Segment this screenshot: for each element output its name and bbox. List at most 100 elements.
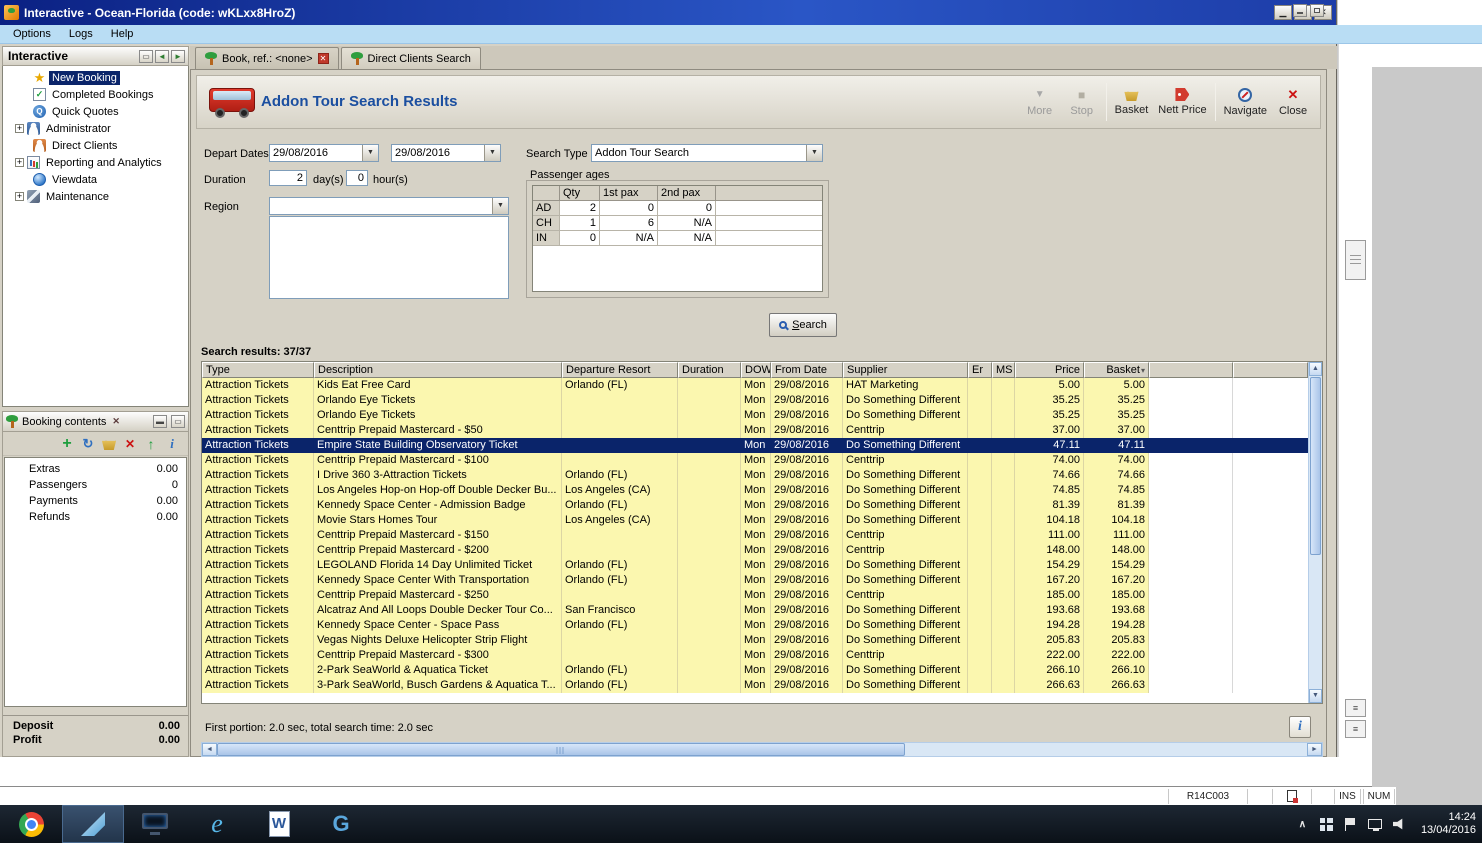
table-row[interactable]: Attraction TicketsKids Eat Free CardOrla… <box>202 378 1308 393</box>
table-row[interactable]: Attraction TicketsCenttrip Prepaid Maste… <box>202 588 1308 603</box>
collapse-panel-icon[interactable]: ▭ <box>139 50 153 63</box>
taskbar-connect-app[interactable] <box>62 805 124 843</box>
sidebar-item-quick-quotes[interactable]: Quick Quotes <box>3 103 188 120</box>
booking-contents-row[interactable]: Extras0.00 <box>5 462 186 478</box>
table-row[interactable]: Attraction TicketsLEGOLAND Florida 14 Da… <box>202 558 1308 573</box>
column-header-description[interactable]: Description <box>314 362 562 378</box>
table-row[interactable]: Attraction TicketsCenttrip Prepaid Maste… <box>202 648 1308 663</box>
sidebar-item-maintenance[interactable]: +Maintenance <box>3 188 188 205</box>
column-header-duration[interactable]: Duration <box>678 362 741 378</box>
outer-scroll-button[interactable]: ≡ <box>1345 699 1366 717</box>
column-header-from-date[interactable]: From Date <box>771 362 843 378</box>
taskbar-word[interactable] <box>248 805 310 843</box>
table-row[interactable]: Attraction TicketsEmpire State Building … <box>202 438 1308 453</box>
scroll-right-icon[interactable]: ► <box>1307 743 1322 756</box>
booking-contents-row[interactable]: Refunds0.00 <box>5 510 186 526</box>
table-row[interactable]: Attraction TicketsOrlando Eye TicketsMon… <box>202 408 1308 423</box>
close-button[interactable]: Close <box>1272 81 1314 123</box>
table-row[interactable]: Attraction TicketsKennedy Space Center -… <box>202 618 1308 633</box>
duration-days-field[interactable]: 2 <box>269 170 307 186</box>
table-row[interactable]: Attraction TicketsCenttrip Prepaid Maste… <box>202 423 1308 438</box>
expand-icon[interactable]: + <box>15 192 24 201</box>
chevron-down-icon[interactable]: ▼ <box>492 198 508 214</box>
horizontal-scrollbar[interactable]: ◄ ► <box>201 742 1323 757</box>
column-header-basket[interactable]: Basket▾ <box>1084 362 1149 378</box>
network-icon[interactable] <box>1368 819 1382 829</box>
table-row[interactable]: Attraction TicketsLos Angeles Hop-on Hop… <box>202 483 1308 498</box>
minimize-icon[interactable]: ▁ <box>1274 5 1292 20</box>
close-panel-icon[interactable]: ✕ <box>110 416 122 427</box>
outer-scrollbar-thumb[interactable] <box>1345 240 1366 280</box>
grid-icon[interactable] <box>1320 818 1333 831</box>
hidden-icons-chevron[interactable] <box>1296 818 1309 831</box>
outer-vertical-scrollbar[interactable]: ≡ ≡ <box>1338 44 1372 787</box>
sidebar-item-viewdata[interactable]: Viewdata <box>3 171 188 188</box>
tab-book-ref-none[interactable]: Book, ref.: <none>✕ <box>195 47 339 69</box>
sidebar-item-completed-bookings[interactable]: Completed Bookings <box>3 86 188 103</box>
mdi-minimize-icon[interactable] <box>1293 4 1307 17</box>
minimize-panel-icon[interactable]: ▬ <box>153 415 167 428</box>
chevron-down-icon[interactable]: ▼ <box>484 145 500 161</box>
info-icon[interactable] <box>164 436 180 452</box>
search-type-combo[interactable]: Addon Tour Search ▼ <box>591 144 823 162</box>
sidebar-item-new-booking[interactable]: New Booking <box>3 69 188 86</box>
restore-panel-icon[interactable]: ▭ <box>171 415 185 428</box>
add-icon[interactable] <box>59 436 75 452</box>
tab-direct-clients-search[interactable]: Direct Clients Search <box>341 47 481 69</box>
column-header-price[interactable]: Price <box>1015 362 1084 378</box>
table-row[interactable]: Attraction TicketsCenttrip Prepaid Maste… <box>202 453 1308 468</box>
expand-icon[interactable]: + <box>15 158 24 167</box>
region-listbox[interactable] <box>269 216 509 299</box>
menu-options[interactable]: Options <box>4 26 60 42</box>
sidebar-item-administrator[interactable]: +Administrator <box>3 120 188 137</box>
flag-icon[interactable] <box>1344 818 1357 831</box>
table-row[interactable]: Attraction TicketsAlcatraz And All Loops… <box>202 603 1308 618</box>
column-header-supplier[interactable]: Supplier <box>843 362 968 378</box>
column-header-type[interactable]: Type <box>202 362 314 378</box>
volume-icon[interactable] <box>1393 818 1406 830</box>
delete-icon[interactable] <box>122 436 138 452</box>
refresh-icon[interactable] <box>80 436 96 452</box>
chevron-down-icon[interactable]: ▼ <box>806 145 822 161</box>
column-header-er[interactable]: Er <box>968 362 992 378</box>
horizontal-scrollbar-thumb[interactable] <box>217 743 905 756</box>
outer-scroll-button[interactable]: ≡ <box>1345 720 1366 738</box>
menu-help[interactable]: Help <box>102 26 143 42</box>
duration-hours-field[interactable]: 0 <box>346 170 368 186</box>
taskbar-internet-explorer[interactable] <box>186 805 248 843</box>
vertical-scrollbar-thumb[interactable] <box>1310 377 1321 555</box>
nett-price-button[interactable]: Nett Price <box>1153 81 1211 123</box>
sidebar-item-direct-clients[interactable]: Direct Clients <box>3 137 188 154</box>
taskbar-computer[interactable] <box>124 805 186 843</box>
basket-icon[interactable] <box>101 437 117 450</box>
taskbar-google[interactable] <box>310 805 372 843</box>
column-header-ms[interactable]: MS <box>992 362 1015 378</box>
sidebar-item-reporting-and-analytics[interactable]: +Reporting and Analytics <box>3 154 188 171</box>
chevron-down-icon[interactable]: ▼ <box>362 145 378 161</box>
mdi-restore-icon[interactable] <box>1310 4 1324 17</box>
navigate-button[interactable]: Navigate <box>1219 81 1272 123</box>
table-row[interactable]: Attraction Tickets3-Park SeaWorld, Busch… <box>202 678 1308 693</box>
search-button[interactable]: Search <box>769 313 837 337</box>
taskbar-chrome[interactable] <box>0 805 62 843</box>
passenger-age-row[interactable]: AD200 <box>533 201 822 216</box>
table-row[interactable]: Attraction TicketsKennedy Space Center W… <box>202 573 1308 588</box>
scroll-down-icon[interactable]: ▼ <box>1309 689 1322 703</box>
passenger-age-row[interactable]: CH16N/A <box>533 216 822 231</box>
region-combo[interactable]: ▼ <box>269 197 509 215</box>
menu-logs[interactable]: Logs <box>60 26 102 42</box>
table-row[interactable]: Attraction TicketsI Drive 360 3-Attracti… <box>202 468 1308 483</box>
expand-icon[interactable]: + <box>15 124 24 133</box>
booking-contents-row[interactable]: Payments0.00 <box>5 494 186 510</box>
depart-date-2-combo[interactable]: 29/08/2016 ▼ <box>391 144 501 162</box>
results-vertical-scrollbar[interactable]: ▲ ▼ <box>1308 362 1322 703</box>
scroll-up-icon[interactable]: ▲ <box>1309 362 1322 376</box>
column-header-departure-resort[interactable]: Departure Resort <box>562 362 678 378</box>
move-up-icon[interactable] <box>143 436 159 452</box>
table-row[interactable]: Attraction TicketsCenttrip Prepaid Maste… <box>202 528 1308 543</box>
clock[interactable]: 14:24 13/04/2016 <box>1421 811 1476 837</box>
basket-button[interactable]: Basket <box>1110 81 1154 123</box>
dock-back-icon[interactable]: ◄ <box>155 50 169 63</box>
info-button[interactable]: i <box>1289 716 1311 738</box>
depart-date-1-combo[interactable]: 29/08/2016 ▼ <box>269 144 379 162</box>
